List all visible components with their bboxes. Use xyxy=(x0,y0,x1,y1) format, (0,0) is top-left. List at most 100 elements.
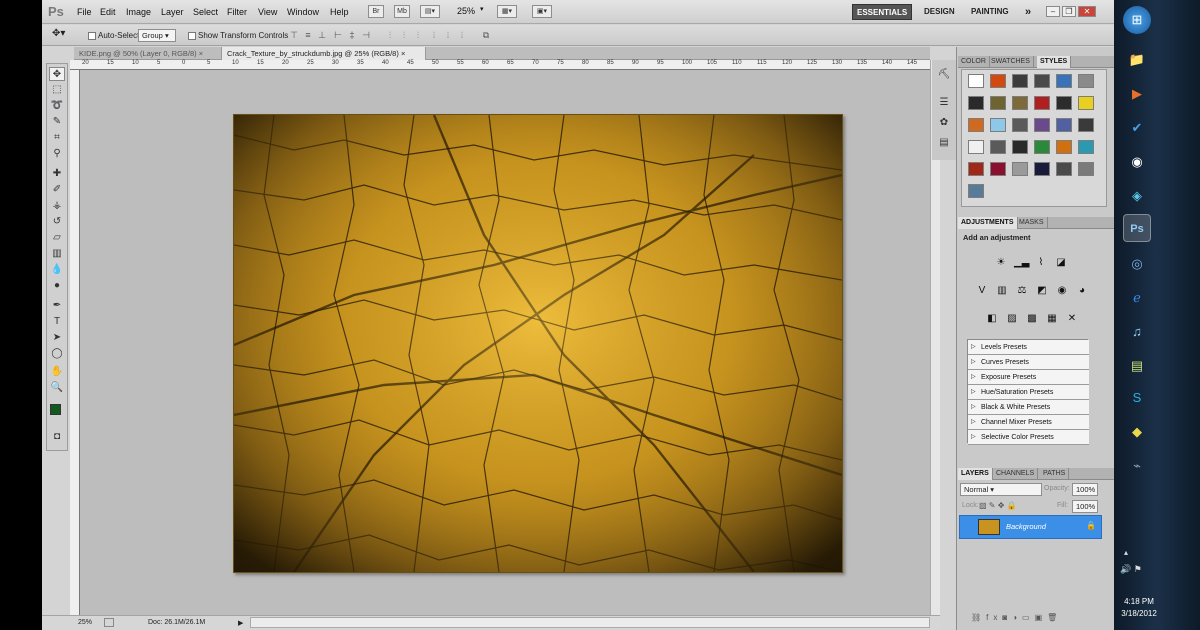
blend-mode-dropdown[interactable]: Normal ▾ xyxy=(960,483,1042,496)
workspace-design[interactable]: DESIGN xyxy=(920,4,959,20)
bridge-icon[interactable]: Br xyxy=(368,5,384,18)
style-swatch[interactable] xyxy=(968,184,984,198)
type-tool-icon[interactable]: T xyxy=(49,315,65,329)
style-swatch[interactable] xyxy=(1012,74,1028,88)
quick-select-tool-icon[interactable]: ✎ xyxy=(49,115,65,129)
style-swatch[interactable] xyxy=(1078,118,1094,132)
preset-black-white[interactable]: Black & White Presets xyxy=(968,400,1089,415)
menu-help[interactable]: Help xyxy=(330,7,349,17)
color-balance-icon[interactable]: ⚖ xyxy=(1015,284,1029,298)
preset-selective-color[interactable]: Selective Color Presets xyxy=(968,430,1089,445)
style-swatch[interactable] xyxy=(1078,74,1094,88)
show-transform-checkbox[interactable]: Show Transform Controls xyxy=(188,31,288,40)
posterize-icon[interactable]: ▨ xyxy=(1005,312,1019,326)
align-top-icon[interactable]: ⊤ xyxy=(288,30,300,41)
foreground-color-swatch[interactable] xyxy=(50,404,61,415)
view-extras-icon[interactable]: ▤▾ xyxy=(420,5,440,18)
align-left-icon[interactable]: ⊢ xyxy=(332,30,344,41)
clock-time[interactable]: 4:18 PM xyxy=(1114,597,1164,606)
style-swatch[interactable] xyxy=(1034,140,1050,154)
preset-exposure[interactable]: Exposure Presets xyxy=(968,370,1089,385)
ie-icon[interactable]: ℯ xyxy=(1123,284,1151,312)
history-panel-icon[interactable]: ⛏ xyxy=(937,68,951,82)
tab-adjustments[interactable]: ADJUSTMENTS xyxy=(958,217,1018,229)
zoom-tool-icon[interactable]: 🔍 xyxy=(49,381,65,395)
style-swatch[interactable] xyxy=(1012,140,1028,154)
tasks-app-icon[interactable]: ✔ xyxy=(1123,114,1151,142)
doc-tab-close-icon[interactable]: × xyxy=(199,49,203,58)
skype-icon[interactable]: S xyxy=(1123,384,1151,412)
preset-curves[interactable]: Curves Presets xyxy=(968,355,1089,370)
layer-name[interactable]: Background xyxy=(1006,522,1046,531)
distribute-hcenter-icon[interactable]: ⦙ xyxy=(442,30,454,41)
restore-icon[interactable]: ❐ xyxy=(1062,6,1076,17)
lasso-tool-icon[interactable]: ➰ xyxy=(49,99,65,113)
style-swatch[interactable] xyxy=(1078,96,1094,110)
clock-date[interactable]: 3/18/2012 xyxy=(1114,609,1164,618)
arrange-documents-icon[interactable]: ▦▾ xyxy=(497,5,517,18)
app-icon-13[interactable]: ◆ xyxy=(1123,418,1151,446)
media-player-icon[interactable]: ▶ xyxy=(1123,80,1151,108)
tab-channels[interactable]: CHANNELS xyxy=(993,468,1039,480)
eyedropper-tool-icon[interactable]: ⚲ xyxy=(49,147,65,161)
status-zoom[interactable]: 25% xyxy=(78,619,92,626)
style-swatch[interactable] xyxy=(968,162,984,176)
style-swatch[interactable] xyxy=(1056,118,1072,132)
status-menu-icon[interactable]: ▶ xyxy=(238,619,243,627)
dodge-tool-icon[interactable]: ● xyxy=(49,279,65,293)
style-swatch[interactable] xyxy=(1034,96,1050,110)
path-selection-tool-icon[interactable]: ➤ xyxy=(49,331,65,345)
style-swatch[interactable] xyxy=(1034,74,1050,88)
horizontal-scrollbar[interactable] xyxy=(250,617,930,628)
style-swatch[interactable] xyxy=(1078,140,1094,154)
close-icon[interactable]: ✕ xyxy=(1078,6,1096,17)
menu-layer[interactable]: Layer xyxy=(161,7,184,17)
chrome-icon[interactable]: ◉ xyxy=(1123,148,1151,176)
zoom-dropdown-icon[interactable]: ▾ xyxy=(480,5,484,13)
menu-image[interactable]: Image xyxy=(126,7,151,17)
style-swatch[interactable] xyxy=(990,74,1006,88)
menu-window[interactable]: Window xyxy=(287,7,319,17)
align-bottom-icon[interactable]: ⊥ xyxy=(316,30,328,41)
tab-swatches[interactable]: SWATCHES xyxy=(988,56,1034,68)
minimize-icon[interactable]: – xyxy=(1046,6,1060,17)
vibrance-icon[interactable]: V xyxy=(975,284,989,298)
doc-tab-close-icon[interactable]: × xyxy=(401,49,405,58)
status-icon[interactable] xyxy=(104,618,114,627)
shape-tool-icon[interactable]: ◯ xyxy=(49,347,65,361)
align-hcenter-icon[interactable]: ‡ xyxy=(346,30,358,41)
healing-brush-tool-icon[interactable]: ✚ xyxy=(49,167,65,181)
preset-channel-mixer[interactable]: Channel Mixer Presets xyxy=(968,415,1089,430)
tray-arrow-icon[interactable]: ▴ xyxy=(1124,548,1128,557)
itunes-icon[interactable]: ♫ xyxy=(1123,318,1151,346)
brightness-contrast-icon[interactable]: ☀ xyxy=(994,256,1008,270)
preset-levels[interactable]: Levels Presets xyxy=(968,340,1089,355)
app-icon-14[interactable]: ⌁ xyxy=(1123,452,1151,480)
curves-icon[interactable]: ⌇ xyxy=(1034,256,1048,270)
layer-actions-bar[interactable]: ⛓fx◙◑▭▣🗑 xyxy=(971,613,1062,622)
properties-panel-icon[interactable]: ☰ xyxy=(937,96,951,110)
style-swatch[interactable] xyxy=(1034,162,1050,176)
tab-masks[interactable]: MASKS xyxy=(1016,217,1048,229)
preset-hue-saturation[interactable]: Hue/Saturation Presets xyxy=(968,385,1089,400)
tab-paths[interactable]: PATHS xyxy=(1040,468,1070,480)
style-swatch[interactable] xyxy=(1012,96,1028,110)
layer-row-background[interactable]: Background 🔒 xyxy=(959,515,1102,539)
start-button-icon[interactable]: ⊞ xyxy=(1123,6,1151,34)
black-white-icon[interactable]: ◩ xyxy=(1035,284,1049,298)
selective-color-icon[interactable]: ✕ xyxy=(1065,312,1079,326)
doc-tab-kide[interactable]: KIDE.png @ 50% (Layer 0, RGB/8) × xyxy=(74,47,222,60)
style-swatch[interactable] xyxy=(1012,162,1028,176)
app-icon-7[interactable]: ◎ xyxy=(1123,250,1151,278)
gradient-tool-icon[interactable]: ▥ xyxy=(49,247,65,261)
style-swatch[interactable] xyxy=(1056,74,1072,88)
distribute-top-icon[interactable]: ⫶ xyxy=(384,30,396,41)
levels-icon[interactable]: ▁▃ xyxy=(1014,256,1029,270)
auto-align-layers-icon[interactable]: ⧉ xyxy=(480,30,492,41)
marquee-tool-icon[interactable]: ⬚ xyxy=(49,83,65,97)
crack-texture-image[interactable] xyxy=(233,114,843,573)
canvas-area[interactable] xyxy=(80,70,930,615)
eraser-tool-icon[interactable]: ▱ xyxy=(49,231,65,245)
tab-styles[interactable]: STYLES xyxy=(1037,56,1072,68)
style-swatch[interactable] xyxy=(1056,140,1072,154)
